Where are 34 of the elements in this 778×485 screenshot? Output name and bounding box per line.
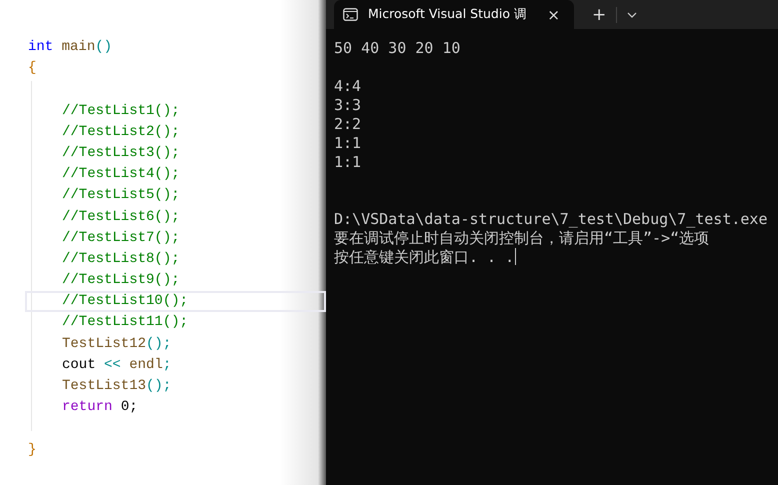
tab-title: Microsoft Visual Studio 调: [368, 6, 528, 23]
console-output-line: 50 40 30 20 10: [334, 39, 460, 57]
code-line: //TestList9();: [61, 271, 181, 290]
code-line: //TestList11();: [61, 313, 190, 332]
console-output-line: 4:4: [334, 77, 362, 95]
code-line: {: [27, 59, 38, 78]
code-line: //TestList2();: [61, 122, 181, 142]
console-output-line: D:\VSData\data-structure\7_test\Debug\7_test.exe: [334, 210, 768, 228]
code-line: return 0;: [61, 398, 139, 418]
console-output-line: 要在调试停止时自动关闭控制台，请启用“工具”->“选项: [334, 229, 710, 247]
current-code-line: //TestList10();: [25, 291, 326, 312]
code-line: }: [27, 440, 38, 460]
code-line: //TestList4();: [61, 165, 181, 184]
terminal-tab[interactable]: Microsoft Visual Studio 调 ×: [334, 0, 574, 29]
console-output-line: 3:3: [334, 96, 362, 114]
text-cursor: [515, 248, 516, 265]
code-line: //TestList8();: [61, 250, 181, 269]
chevron-down-icon[interactable]: [627, 12, 638, 18]
new-tab-button[interactable]: +: [588, 4, 610, 24]
code-line: //TestList1();: [61, 102, 181, 121]
code-line: //TestList3();: [61, 144, 181, 163]
code-line: int main(): [27, 38, 114, 57]
code-line: //TestList5();: [61, 186, 181, 206]
close-tab-button[interactable]: ×: [543, 6, 564, 24]
console-output-line: 2:2: [334, 115, 362, 133]
code-line: TestList12();: [61, 334, 172, 354]
console-icon: [343, 8, 358, 21]
console-prompt: 按任意键关闭此窗口. . .: [334, 248, 514, 266]
code-line: //TestList6();: [61, 208, 181, 226]
code-line: //TestList7();: [61, 228, 181, 248]
code-line: TestList13();: [61, 377, 172, 396]
code-line: cout << endl;: [61, 356, 172, 375]
console-output-line: 1:1: [334, 153, 362, 171]
console-output-line: 1:1: [334, 134, 362, 152]
